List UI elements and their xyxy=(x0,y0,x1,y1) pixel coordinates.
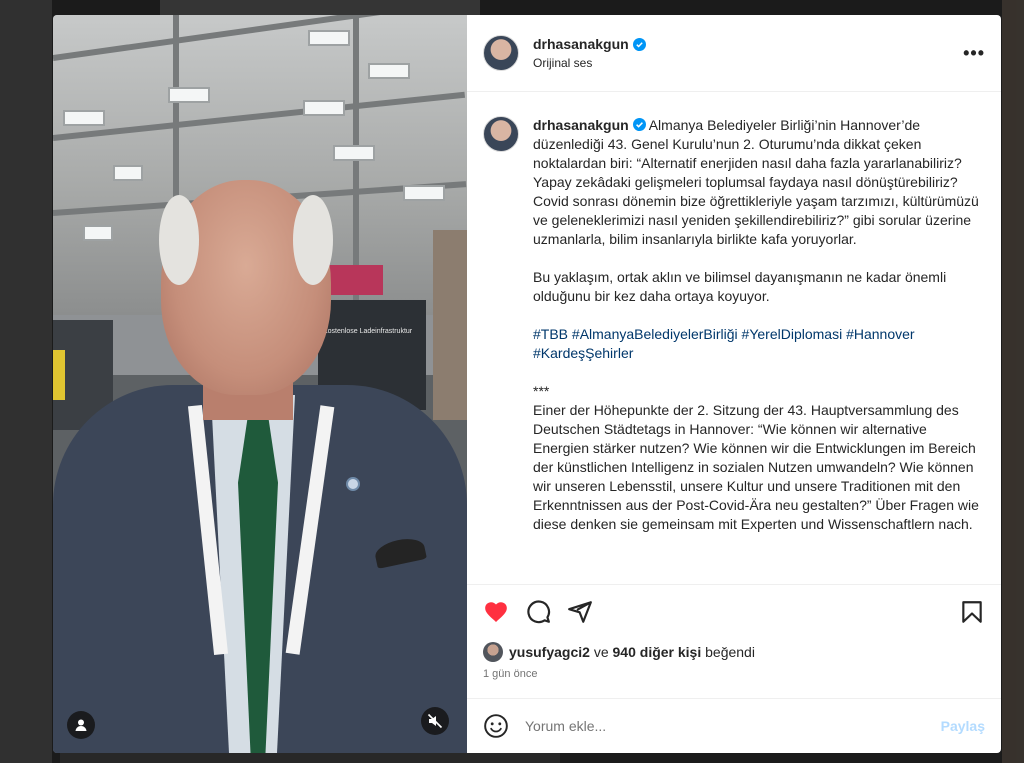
comment-bar: Paylaş xyxy=(467,698,1001,753)
more-icon[interactable]: ••• xyxy=(963,43,985,64)
separator: *** xyxy=(533,383,550,399)
caption-text-tr-2: Bu yaklaşım, ortak aklın ve bilimsel day… xyxy=(533,269,951,304)
liker-username[interactable]: yusufyagci2 xyxy=(509,644,590,660)
post-video[interactable]: Kostenlose Ladeinfrastruktur xyxy=(53,15,467,753)
comment-icon[interactable] xyxy=(525,599,551,625)
avatar[interactable] xyxy=(483,642,503,662)
likes-summary: yusufyagci2 ve 940 diğer kişi beğendi xyxy=(467,638,1001,666)
post-header: drhasanakgun Orijinal ses ••• xyxy=(467,15,1001,92)
avatar[interactable] xyxy=(483,35,519,71)
comments-scroll[interactable]: drhasanakgun Almanya Belediyeler Birliği… xyxy=(467,92,1001,584)
comment-input[interactable] xyxy=(525,718,941,734)
action-bar xyxy=(467,584,1001,638)
heart-icon[interactable] xyxy=(483,599,509,625)
user-tag-button[interactable] xyxy=(67,711,95,739)
mute-button[interactable] xyxy=(421,707,449,735)
username-link[interactable]: drhasanakgun xyxy=(533,36,629,52)
caption-text-de: Einer der Höhepunkte der 2. Sitzung der … xyxy=(533,402,983,532)
likes-count-link[interactable]: 940 diğer kişi xyxy=(613,644,702,660)
caption-text-tr: Almanya Belediyeler Birliği’nin Hannover… xyxy=(533,117,983,247)
user-tag-icon xyxy=(75,719,87,731)
bookmark-icon[interactable] xyxy=(959,599,985,625)
verified-icon xyxy=(632,37,646,51)
post-panel: drhasanakgun Orijinal ses ••• drhasanakg… xyxy=(467,15,1001,753)
share-icon[interactable] xyxy=(567,599,593,625)
hashtags[interactable]: #TBB #AlmanyaBelediyelerBirliği #YerelDi… xyxy=(533,326,918,361)
mute-icon xyxy=(427,713,443,729)
emoji-icon[interactable] xyxy=(483,713,509,739)
post-modal: Kostenlose Ladeinfrastruktur drhasanakgu… xyxy=(53,15,1001,753)
avatar[interactable] xyxy=(483,116,519,152)
caption-username[interactable]: drhasanakgun xyxy=(533,117,629,133)
verified-icon xyxy=(632,118,646,131)
post-timestamp[interactable]: 1 gün önce xyxy=(467,666,1001,698)
post-comment-button[interactable]: Paylaş xyxy=(941,718,985,734)
post-caption: drhasanakgun Almanya Belediyeler Birliği… xyxy=(483,116,985,534)
audio-link[interactable]: Orijinal ses xyxy=(533,56,963,70)
